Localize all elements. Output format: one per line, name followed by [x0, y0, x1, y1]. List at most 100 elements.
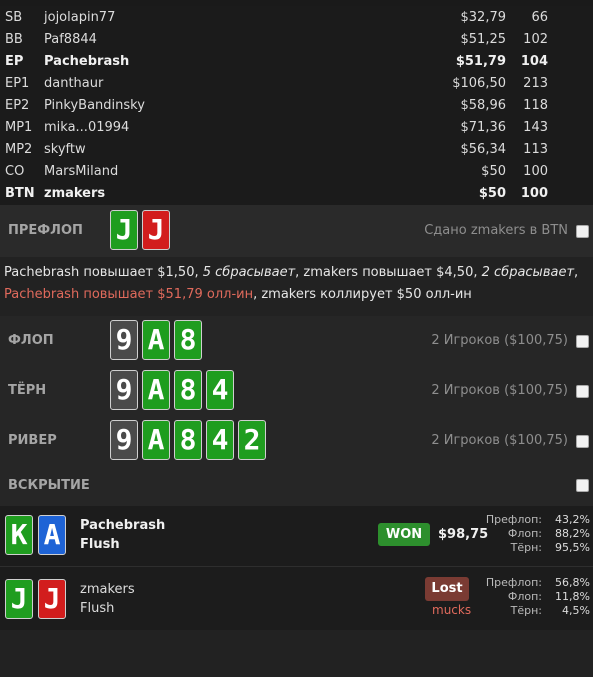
- seat-position: SB: [5, 10, 23, 25]
- seat-stack: $51,79: [455, 54, 506, 69]
- seat-stack: $51,25: [460, 32, 507, 47]
- seat-position: MP2: [5, 142, 33, 157]
- seat-player-name[interactable]: danthaur: [44, 73, 103, 95]
- equity-label: Флоп:: [507, 527, 542, 540]
- equity-value: 95,5%: [555, 541, 590, 554]
- equity-label: Флоп:: [507, 590, 542, 603]
- seat-stack: $58,96: [460, 98, 507, 113]
- seat-stack-bb: 213: [523, 76, 548, 91]
- seat-position: EP2: [5, 98, 30, 113]
- hand-rank: Flush: [80, 537, 120, 552]
- seat-stack: $56,34: [460, 142, 507, 157]
- seat-position: BTN: [5, 186, 35, 201]
- board-card: A: [142, 370, 170, 410]
- hand-rank: Flush: [80, 601, 115, 616]
- seat-row: EP2 PinkyBandinsky $58,96 118: [0, 95, 593, 117]
- seat-player-name[interactable]: Pachebrash: [44, 51, 129, 73]
- board-card: 8: [174, 370, 202, 410]
- seat-stack: $71,36: [460, 120, 507, 135]
- seat-row: MP1 mika...01994 $71,36 143: [0, 117, 593, 139]
- seat-position: MP1: [5, 120, 33, 135]
- allin-action: Pachebrash повышает $51,79 олл-ин: [4, 287, 254, 302]
- equity-value: 4,5%: [562, 604, 590, 617]
- pot-info: 2 Игроков ($100,75): [431, 333, 568, 348]
- seat-stack-bb: 66: [531, 10, 548, 25]
- seat-row: BB Paf8844 $51,25 102: [0, 29, 593, 51]
- board-card: 9: [110, 370, 138, 410]
- lost-badge: Lost: [425, 577, 469, 601]
- seat-stack: $106,50: [452, 76, 506, 91]
- seat-position: BB: [5, 32, 23, 47]
- player-card: K: [5, 515, 33, 555]
- turn-checkbox[interactable]: [576, 385, 589, 398]
- seat-row: EP1 danthaur $106,50 213: [0, 73, 593, 95]
- seat-stack-bb: 104: [520, 54, 548, 69]
- board-card: A: [142, 420, 170, 460]
- seats-table: SB jojolapin77 $32,79 66 BB Paf8844 $51,…: [0, 6, 593, 205]
- pot-info: 2 Игроков ($100,75): [431, 433, 568, 448]
- equity-label: Префлоп:: [485, 576, 542, 589]
- flop-checkbox[interactable]: [576, 335, 589, 348]
- showdown-player-row: J J zmakers Flush Lost mucks Префлоп: 56,…: [0, 567, 593, 630]
- seat-player-name[interactable]: skyftw: [44, 139, 86, 161]
- seat-stack: $32,79: [460, 10, 507, 25]
- player-card: A: [38, 515, 66, 555]
- hero-card: J: [142, 210, 170, 250]
- seat-player-name[interactable]: MarsMiland: [44, 161, 118, 183]
- preflop-actions: Pachebrash повышает $1,50, 5 сбрасывает,…: [4, 262, 590, 306]
- mucks-label: mucks: [432, 603, 472, 617]
- showdown-player-name[interactable]: zmakers: [80, 582, 135, 597]
- street-label-preflop: ПРЕФЛОП: [8, 223, 83, 238]
- street-label-turn: ТЁРН: [8, 383, 47, 398]
- seat-row: SB jojolapin77 $32,79 66: [0, 7, 593, 29]
- showdown-checkbox[interactable]: [576, 479, 589, 492]
- seat-position: EP: [5, 54, 24, 69]
- street-label-showdown: ВСКРЫТИЕ: [8, 478, 90, 493]
- seat-player-name[interactable]: zmakers: [44, 183, 105, 205]
- street-label-flop: ФЛОП: [8, 333, 54, 348]
- seat-stack: $50: [481, 164, 506, 179]
- action-text: Pachebrash повышает $1,50,: [4, 265, 203, 280]
- equity-stats: Префлоп: 43,2% Флоп: 88,2% Тёрн: 95,5%: [486, 513, 590, 555]
- board-card: 2: [238, 420, 266, 460]
- river-section: РИВЕР 9 A 8 4 2 2 Игроков ($100,75): [0, 416, 593, 466]
- seat-position: CO: [5, 164, 25, 179]
- seat-player-name[interactable]: PinkyBandinsky: [44, 95, 145, 117]
- action-text: 5 сбрасывает: [202, 265, 296, 280]
- seat-stack-bb: 102: [523, 32, 548, 47]
- equity-value: 56,8%: [555, 576, 590, 589]
- seat-stack-bb: 100: [520, 186, 548, 201]
- seat-row: CO MarsMiland $50 100: [0, 161, 593, 183]
- board-card: 9: [110, 320, 138, 360]
- equity-value: 43,2%: [555, 513, 590, 526]
- dealt-info: Сдано zmakers в BTN: [424, 223, 568, 238]
- action-text: 2 сбрасывает: [481, 265, 575, 280]
- seat-stack-bb: 113: [523, 142, 548, 157]
- preflop-section: ПРЕФЛОП J J Сдано zmakers в BTN: [0, 205, 593, 257]
- board-card: 8: [174, 420, 202, 460]
- seat-row: MP2 skyftw $56,34 113: [0, 139, 593, 161]
- won-badge: WON: [378, 523, 430, 546]
- player-card: J: [5, 579, 33, 619]
- preflop-checkbox[interactable]: [576, 225, 589, 238]
- turn-section: ТЁРН 9 A 8 4 2 Игроков ($100,75): [0, 366, 593, 416]
- action-text: ,: [574, 265, 579, 280]
- board-card: 4: [206, 420, 234, 460]
- board-card: 8: [174, 320, 202, 360]
- equity-stats: Префлоп: 56,8% Флоп: 11,8% Тёрн: 4,5%: [486, 576, 590, 618]
- board-card: A: [142, 320, 170, 360]
- street-label-river: РИВЕР: [8, 433, 57, 448]
- seat-player-name[interactable]: mika...01994: [44, 117, 129, 139]
- river-checkbox[interactable]: [576, 435, 589, 448]
- seat-stack: $50: [478, 186, 506, 201]
- hero-card: J: [110, 210, 138, 250]
- equity-value: 11,8%: [555, 590, 590, 603]
- flop-section: ФЛОП 9 A 8 2 Игроков ($100,75): [0, 316, 593, 366]
- action-text: , zmakers повышает $4,50,: [295, 265, 482, 280]
- seat-player-name[interactable]: jojolapin77: [44, 7, 115, 29]
- equity-label: Тёрн:: [510, 541, 542, 554]
- pot-info: 2 Игроков ($100,75): [431, 383, 568, 398]
- showdown-player-name[interactable]: Pachebrash: [80, 518, 165, 533]
- showdown-header: ВСКРЫТИЕ: [0, 466, 593, 506]
- seat-player-name[interactable]: Paf8844: [44, 29, 97, 51]
